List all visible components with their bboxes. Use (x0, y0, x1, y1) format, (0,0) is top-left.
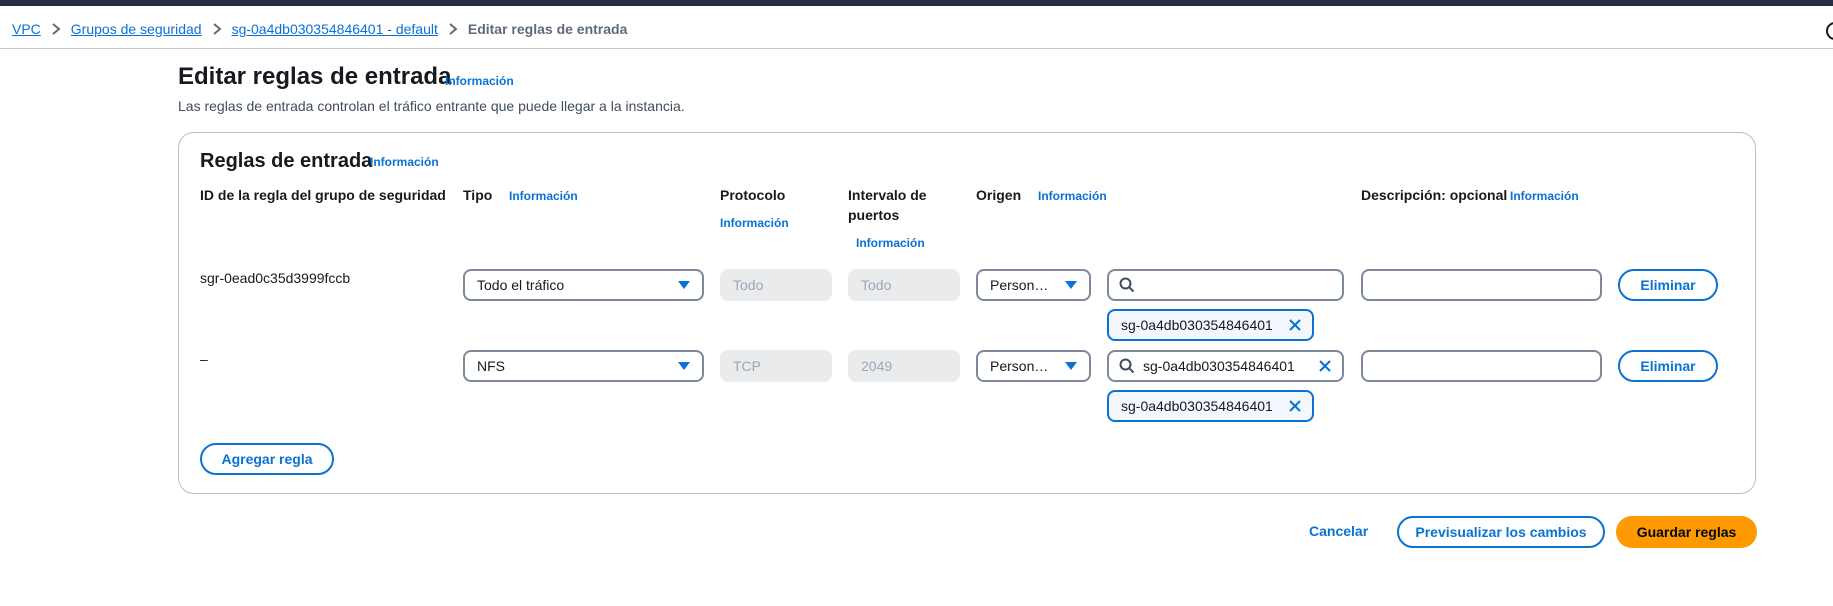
breadcrumb-vpc[interactable]: VPC (12, 21, 41, 37)
rule-2-source-value: Person… (990, 358, 1049, 374)
rule-2-source-token: sg-0a4db030354846401 (1107, 390, 1314, 422)
rule-1-type-select[interactable]: Todo el tráfico (463, 269, 704, 301)
rule-1-description-input[interactable] (1361, 269, 1602, 301)
search-icon (1119, 277, 1135, 293)
column-port-range-info-link[interactable]: Información (856, 236, 925, 250)
page-info-link[interactable]: Información (445, 74, 514, 88)
close-icon[interactable] (1288, 318, 1302, 332)
panel-title: Reglas de entrada (200, 150, 373, 172)
panel-info-link[interactable]: Información (370, 155, 439, 169)
rule-2-source-select[interactable]: Person… (976, 350, 1091, 382)
column-protocol: Protocolo (720, 187, 786, 203)
save-rules-button[interactable]: Guardar reglas (1616, 516, 1757, 548)
rule-1-token-label: sg-0a4db030354846401 (1121, 317, 1273, 333)
rule-1-source-select[interactable]: Person… (976, 269, 1091, 301)
chevron-right-icon (448, 23, 458, 35)
add-rule-button[interactable]: Agregar regla (200, 443, 334, 475)
rule-2-token-label: sg-0a4db030354846401 (1121, 398, 1273, 414)
page-description: Las reglas de entrada controlan el tráfi… (178, 98, 685, 114)
rule-1-source-search[interactable] (1107, 269, 1344, 301)
column-description-info-link[interactable]: Información (1510, 189, 1579, 203)
column-port-range: Intervalo de puertos (848, 187, 927, 223)
caret-down-icon (678, 362, 690, 370)
rule-1-delete-button[interactable]: Eliminar (1618, 269, 1718, 301)
column-rule-id: ID de la regla del grupo de seguridad (200, 187, 446, 203)
rule-2-port-range: 2049 (848, 350, 960, 382)
rule-1-source-token: sg-0a4db030354846401 (1107, 309, 1314, 341)
breadcrumb-security-groups[interactable]: Grupos de seguridad (71, 21, 202, 37)
rule-1-protocol: Todo (720, 269, 832, 301)
column-source: Origen (976, 187, 1022, 203)
column-type-info-link[interactable]: Información (509, 189, 578, 203)
rule-2-search-value: sg-0a4db030354846401 (1143, 358, 1295, 374)
rule-2-type-select[interactable]: NFS (463, 350, 704, 382)
rule-2-description-input[interactable] (1361, 350, 1602, 382)
caret-down-icon (1065, 362, 1077, 370)
cancel-button[interactable]: Cancelar (1309, 523, 1368, 539)
chevron-right-icon (212, 23, 222, 35)
top-bar (0, 0, 1833, 6)
header-divider (0, 48, 1833, 49)
help-panel-icon[interactable] (1826, 22, 1833, 40)
breadcrumb-current: Editar reglas de entrada (467, 21, 628, 37)
column-source-info-link[interactable]: Información (1038, 189, 1107, 203)
rule-1-source-value: Person… (990, 277, 1049, 293)
close-icon[interactable] (1318, 359, 1332, 373)
rule-2-id: – (200, 351, 208, 367)
column-description: Descripción: opcional (1361, 187, 1508, 203)
close-icon[interactable] (1288, 399, 1302, 413)
chevron-right-icon (51, 23, 61, 35)
caret-down-icon (678, 281, 690, 289)
rule-2-protocol: TCP (720, 350, 832, 382)
preview-changes-button[interactable]: Previsualizar los cambios (1397, 516, 1605, 548)
rule-1-port-range: Todo (848, 269, 960, 301)
page-title: Editar reglas de entrada (178, 63, 452, 90)
breadcrumb: VPC Grupos de seguridad sg-0a4db03035484… (12, 18, 627, 40)
rule-1-type-value: Todo el tráfico (477, 277, 565, 293)
column-protocol-info-link[interactable]: Información (720, 216, 789, 230)
rule-2-type-value: NFS (477, 358, 505, 374)
caret-down-icon (1065, 281, 1077, 289)
search-icon (1119, 358, 1135, 374)
column-type: Tipo (463, 187, 493, 203)
rule-2-delete-button[interactable]: Eliminar (1618, 350, 1718, 382)
rule-2-source-search[interactable]: sg-0a4db030354846401 (1107, 350, 1344, 382)
breadcrumb-security-group[interactable]: sg-0a4db030354846401 - default (232, 21, 438, 37)
rule-1-id: sgr-0ead0c35d3999fccb (200, 270, 351, 286)
